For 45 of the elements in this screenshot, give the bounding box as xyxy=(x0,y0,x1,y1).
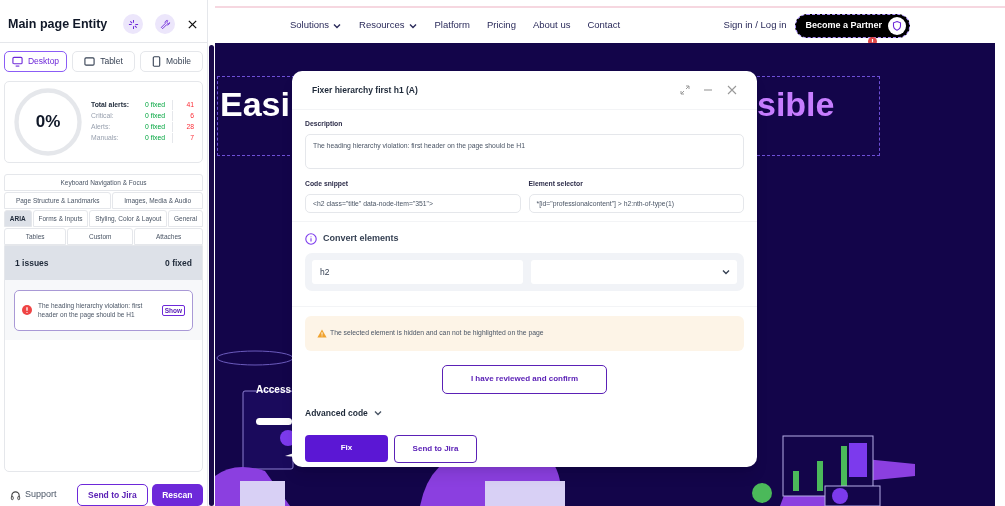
info-icon xyxy=(305,233,317,246)
panel-title: Main page Entity xyxy=(8,15,109,33)
expand-button[interactable] xyxy=(680,85,690,95)
sparkle-button[interactable] xyxy=(123,14,143,34)
nav-link[interactable]: Contact xyxy=(587,18,621,33)
rescan-button[interactable]: Rescan xyxy=(151,484,203,506)
progress-ring xyxy=(13,86,83,157)
close-icon xyxy=(727,85,737,95)
sign-in-link[interactable]: Sign in / Log in xyxy=(723,18,787,33)
nav-link[interactable]: About us xyxy=(532,18,571,33)
device-tab[interactable]: Tablet xyxy=(72,51,135,72)
advanced-code-toggle[interactable]: Advanced code xyxy=(305,406,383,420)
tag-input[interactable]: h2 xyxy=(312,259,523,284)
monitor-icon xyxy=(11,56,23,67)
issues-count: 1 issues xyxy=(15,256,49,270)
wrench-button[interactable] xyxy=(155,14,175,34)
device-tab[interactable]: Mobile xyxy=(140,51,203,72)
send-to-jira-button[interactable]: Send to Jira xyxy=(77,484,148,506)
card-title: Access xyxy=(256,383,292,397)
nav-link[interactable]: Pricing xyxy=(486,18,516,33)
dialog-title: Fixer hierarchy first h1 (A) xyxy=(312,83,419,97)
percent-value: 0% xyxy=(35,111,61,132)
nav-link[interactable]: Solutions xyxy=(290,18,343,33)
partner-button[interactable]: Become a Partner xyxy=(795,13,910,38)
wrench-icon xyxy=(159,18,171,30)
close-icon xyxy=(186,18,198,30)
tablet-icon xyxy=(84,56,96,67)
hero-heading: Easi xyxy=(220,84,290,125)
device-tab[interactable]: Desktop xyxy=(4,51,67,72)
fixed-total: 0 fixed xyxy=(165,256,192,270)
phone-icon xyxy=(151,56,161,67)
headset-icon xyxy=(10,489,21,501)
sparkle-icon xyxy=(127,18,139,30)
warning-icon xyxy=(317,328,327,338)
nav-link[interactable]: Resources xyxy=(359,18,418,33)
expand-icon xyxy=(680,85,690,95)
shield-icon xyxy=(888,16,906,35)
confirm-button[interactable]: I have reviewed and confirm xyxy=(442,364,607,394)
error-icon xyxy=(22,305,32,316)
hero-heading: sible xyxy=(757,84,835,125)
fix-button[interactable]: Fix xyxy=(305,434,388,462)
nav-link[interactable]: Platform xyxy=(434,18,470,33)
section-title: Convert elements xyxy=(323,232,399,246)
send-to-jira-button[interactable]: Send to Jira xyxy=(394,434,477,463)
support-link[interactable]: Support xyxy=(25,488,73,502)
